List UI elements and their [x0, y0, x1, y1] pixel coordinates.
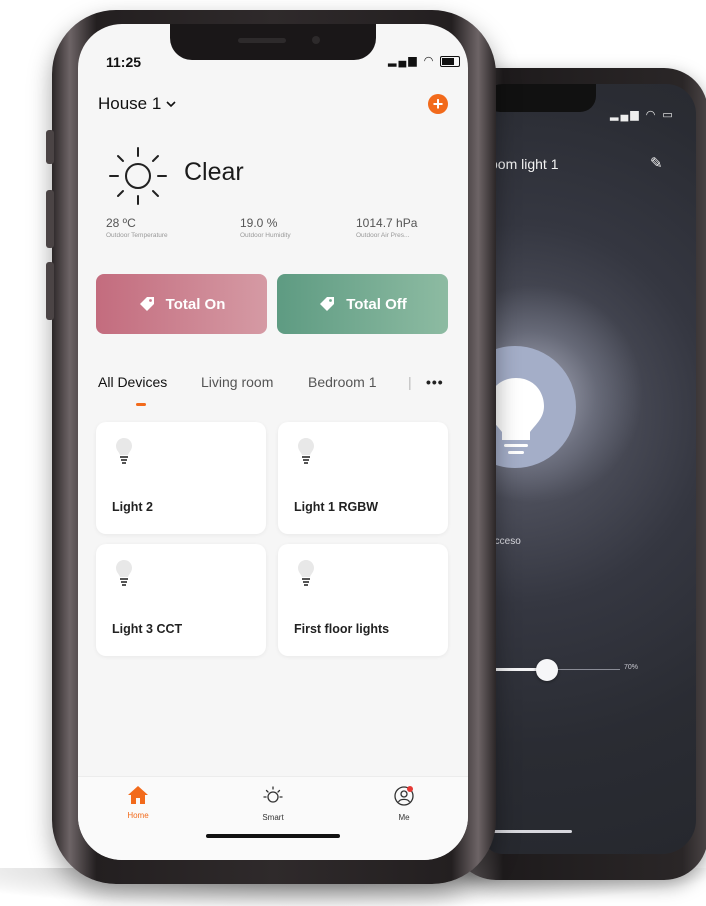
stat-temperature: 28 ºC Outdoor Temperature [106, 216, 168, 239]
device-card-first-floor-lights[interactable]: First floor lights [278, 544, 448, 656]
sun-icon [109, 147, 167, 205]
bulb-icon [298, 560, 314, 586]
nav-label: Smart [262, 813, 284, 822]
tab-living-room[interactable]: Living room [201, 374, 273, 390]
more-horizontal-icon[interactable]: ••• [426, 374, 444, 390]
device-name: Light 3 CCT [112, 622, 183, 636]
back-status-icons: ▂▄▆ ◠ ▭ [610, 109, 675, 121]
device-title: oom light 1 [490, 156, 559, 172]
nav-label: Home [127, 811, 149, 820]
signal-icon: ▂▄▆ [388, 55, 419, 67]
front-camera [312, 36, 320, 44]
home-icon [128, 786, 148, 804]
tab-bedroom-1[interactable]: Bedroom 1 [308, 374, 376, 390]
stat-label: Outdoor Humidity [240, 232, 291, 239]
stat-air-pressure: 1014.7 hPa Outdoor Air Pres... [356, 216, 417, 239]
back-phone-screen: ▂▄▆ ◠ ▭ oom light 1 ✎ Acceso 70% [484, 84, 696, 854]
stat-humidity: 19.0 % Outdoor Humidity [240, 216, 291, 239]
edit-icon[interactable]: ✎ [650, 154, 663, 172]
total-off-button[interactable]: Total Off [277, 274, 448, 334]
house-name: House 1 [98, 94, 162, 113]
back-home-indicator [488, 830, 572, 833]
total-on-button[interactable]: Total On [96, 274, 267, 334]
speaker [238, 38, 286, 43]
weather-condition: Clear [184, 158, 244, 186]
volume-down-button [46, 262, 54, 320]
bottom-nav: Home Smart Me [78, 776, 468, 860]
active-tab-indicator [136, 403, 146, 406]
add-device-button[interactable]: + [428, 94, 448, 114]
device-card-light-2[interactable]: Light 2 [96, 422, 266, 534]
stat-label: Outdoor Air Pres... [356, 232, 410, 239]
house-selector[interactable]: House 1 [98, 94, 177, 114]
mute-switch [46, 130, 54, 164]
battery-icon [440, 55, 461, 67]
bulb-icon [116, 438, 132, 464]
stat-value: 28 ºC [106, 216, 136, 230]
device-name: Light 2 [112, 500, 153, 514]
tab-all-devices[interactable]: All Devices [98, 374, 167, 390]
nav-home[interactable]: Home [108, 785, 168, 820]
device-card-light-3-cct[interactable]: Light 3 CCT [96, 544, 266, 656]
plus-icon: + [432, 94, 444, 114]
device-name: Light 1 RGBW [294, 500, 379, 514]
status-icons: ▂▄▆ ◠ [388, 54, 461, 67]
stat-value: 1014.7 hPa [356, 216, 418, 230]
room-tabs: All Devices Living room Bedroom 1 | [98, 374, 458, 404]
home-indicator [206, 834, 340, 838]
stat-value: 19.0 % [240, 216, 278, 230]
notch [170, 24, 376, 60]
volume-up-button [46, 190, 54, 248]
bulb-icon [298, 438, 314, 464]
total-off-label: Total Off [346, 295, 407, 313]
bulb-icon [116, 560, 132, 586]
back-notch [484, 84, 596, 112]
device-name: First floor lights [294, 622, 390, 636]
brightness-slider-thumb[interactable] [536, 659, 558, 681]
chevron-down-icon [166, 101, 176, 108]
tag-icon [320, 297, 335, 311]
nav-me[interactable]: Me [374, 785, 434, 822]
wifi-icon: ◠ [423, 55, 436, 67]
nav-label: Me [398, 813, 410, 822]
tag-icon [139, 297, 154, 311]
total-on-label: Total On [165, 295, 226, 313]
user-icon [394, 786, 414, 806]
stat-label: Outdoor Temperature [106, 232, 168, 239]
device-card-light-1-rgbw[interactable]: Light 1 RGBW [278, 422, 448, 534]
nav-smart[interactable]: Smart [243, 785, 303, 822]
brightness-value: 70% [624, 664, 639, 671]
status-time: 11:25 [106, 54, 142, 70]
tab-overflow-fade: | [408, 374, 412, 390]
sun-icon [263, 786, 283, 803]
front-phone-screen: 11:25 ▂▄▆ ◠ House 1 + Clear 28 ºC Outdoo… [78, 24, 468, 860]
